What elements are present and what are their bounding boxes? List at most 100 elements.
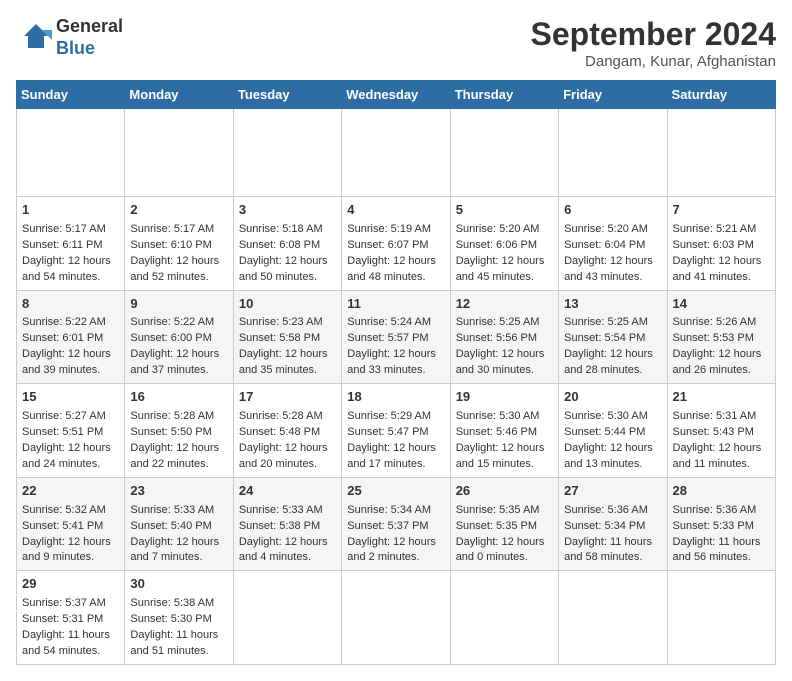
day-info: Daylight: 12 hours — [22, 441, 119, 457]
day-number: 8 — [22, 295, 119, 314]
day-info: Sunset: 5:56 PM — [456, 331, 553, 347]
day-info: Sunset: 6:00 PM — [130, 331, 227, 347]
day-info: Sunset: 5:33 PM — [673, 519, 770, 535]
day-info: and 2 minutes. — [347, 550, 444, 566]
day-info: Daylight: 11 hours — [130, 628, 227, 644]
day-info: Sunset: 5:50 PM — [130, 425, 227, 441]
day-info: Daylight: 12 hours — [456, 535, 553, 551]
day-info: and 43 minutes. — [564, 270, 661, 286]
calendar-cell — [559, 109, 667, 197]
calendar-cell — [233, 571, 341, 665]
day-info: Sunrise: 5:36 AM — [673, 503, 770, 519]
page-header: General Blue September 2024 Dangam, Kuna… — [16, 16, 776, 70]
day-number: 30 — [130, 575, 227, 594]
logo: General Blue — [16, 16, 123, 59]
day-number: 29 — [22, 575, 119, 594]
day-info: Daylight: 12 hours — [456, 347, 553, 363]
day-info: Daylight: 12 hours — [347, 254, 444, 270]
header-cell-monday: Monday — [125, 81, 233, 109]
logo-text-line1: General — [56, 16, 123, 38]
day-info: and 54 minutes. — [22, 270, 119, 286]
calendar-cell: 24Sunrise: 5:33 AMSunset: 5:38 PMDayligh… — [233, 477, 341, 571]
day-number: 13 — [564, 295, 661, 314]
day-info: and 15 minutes. — [456, 457, 553, 473]
day-number: 20 — [564, 388, 661, 407]
day-info: Daylight: 12 hours — [347, 347, 444, 363]
calendar-week-row: 22Sunrise: 5:32 AMSunset: 5:41 PMDayligh… — [17, 477, 776, 571]
day-info: Sunset: 6:11 PM — [22, 238, 119, 254]
day-info: Sunrise: 5:35 AM — [456, 503, 553, 519]
day-info: Sunset: 5:53 PM — [673, 331, 770, 347]
day-info: Sunrise: 5:38 AM — [130, 596, 227, 612]
calendar-cell: 10Sunrise: 5:23 AMSunset: 5:58 PMDayligh… — [233, 290, 341, 384]
logo-text-line2: Blue — [56, 38, 123, 60]
calendar-cell: 28Sunrise: 5:36 AMSunset: 5:33 PMDayligh… — [667, 477, 775, 571]
header-cell-saturday: Saturday — [667, 81, 775, 109]
day-info: and 50 minutes. — [239, 270, 336, 286]
calendar-cell: 11Sunrise: 5:24 AMSunset: 5:57 PMDayligh… — [342, 290, 450, 384]
day-info: Sunset: 5:54 PM — [564, 331, 661, 347]
calendar-cell: 4Sunrise: 5:19 AMSunset: 6:07 PMDaylight… — [342, 197, 450, 291]
day-info: Sunrise: 5:28 AM — [239, 409, 336, 425]
day-info: and 28 minutes. — [564, 363, 661, 379]
calendar-cell: 19Sunrise: 5:30 AMSunset: 5:46 PMDayligh… — [450, 384, 558, 478]
day-info: Sunrise: 5:20 AM — [564, 222, 661, 238]
day-info: Sunrise: 5:17 AM — [130, 222, 227, 238]
day-info: Daylight: 12 hours — [239, 254, 336, 270]
header-cell-thursday: Thursday — [450, 81, 558, 109]
calendar-week-row: 15Sunrise: 5:27 AMSunset: 5:51 PMDayligh… — [17, 384, 776, 478]
day-info: Sunrise: 5:22 AM — [130, 315, 227, 331]
calendar-cell: 21Sunrise: 5:31 AMSunset: 5:43 PMDayligh… — [667, 384, 775, 478]
day-info: Sunset: 6:06 PM — [456, 238, 553, 254]
header-cell-friday: Friday — [559, 81, 667, 109]
day-info: and 48 minutes. — [347, 270, 444, 286]
day-info: and 45 minutes. — [456, 270, 553, 286]
day-info: and 58 minutes. — [564, 550, 661, 566]
day-info: Sunset: 5:35 PM — [456, 519, 553, 535]
day-info: Sunset: 5:57 PM — [347, 331, 444, 347]
day-info: Sunrise: 5:17 AM — [22, 222, 119, 238]
day-number: 9 — [130, 295, 227, 314]
calendar-cell: 18Sunrise: 5:29 AMSunset: 5:47 PMDayligh… — [342, 384, 450, 478]
day-number: 16 — [130, 388, 227, 407]
day-info: Daylight: 12 hours — [22, 347, 119, 363]
day-info: Daylight: 12 hours — [564, 347, 661, 363]
day-number: 11 — [347, 295, 444, 314]
day-info: Sunset: 5:40 PM — [130, 519, 227, 535]
day-info: Sunset: 5:41 PM — [22, 519, 119, 535]
calendar-cell: 6Sunrise: 5:20 AMSunset: 6:04 PMDaylight… — [559, 197, 667, 291]
day-number: 19 — [456, 388, 553, 407]
day-info: Sunset: 5:31 PM — [22, 612, 119, 628]
day-number: 23 — [130, 482, 227, 501]
day-info: and 26 minutes. — [673, 363, 770, 379]
day-info: and 22 minutes. — [130, 457, 227, 473]
calendar-week-row: 1Sunrise: 5:17 AMSunset: 6:11 PMDaylight… — [17, 197, 776, 291]
day-info: Sunset: 6:03 PM — [673, 238, 770, 254]
calendar-cell: 16Sunrise: 5:28 AMSunset: 5:50 PMDayligh… — [125, 384, 233, 478]
day-number: 18 — [347, 388, 444, 407]
day-info: Daylight: 12 hours — [456, 441, 553, 457]
day-info: Sunset: 5:58 PM — [239, 331, 336, 347]
day-info: Daylight: 12 hours — [22, 535, 119, 551]
day-info: Sunset: 6:10 PM — [130, 238, 227, 254]
calendar-cell — [559, 571, 667, 665]
day-info: Sunrise: 5:28 AM — [130, 409, 227, 425]
day-info: Sunrise: 5:33 AM — [239, 503, 336, 519]
calendar-cell — [667, 109, 775, 197]
day-info: Sunrise: 5:25 AM — [456, 315, 553, 331]
calendar-cell — [667, 571, 775, 665]
day-info: Sunrise: 5:34 AM — [347, 503, 444, 519]
day-number: 7 — [673, 201, 770, 220]
day-number: 12 — [456, 295, 553, 314]
calendar-header-row: SundayMondayTuesdayWednesdayThursdayFrid… — [17, 81, 776, 109]
calendar-week-row: 29Sunrise: 5:37 AMSunset: 5:31 PMDayligh… — [17, 571, 776, 665]
day-info: Sunset: 6:04 PM — [564, 238, 661, 254]
day-info: Daylight: 12 hours — [130, 347, 227, 363]
day-info: and 33 minutes. — [347, 363, 444, 379]
day-info: and 51 minutes. — [130, 644, 227, 660]
calendar-cell: 9Sunrise: 5:22 AMSunset: 6:00 PMDaylight… — [125, 290, 233, 384]
day-number: 21 — [673, 388, 770, 407]
calendar-cell: 29Sunrise: 5:37 AMSunset: 5:31 PMDayligh… — [17, 571, 125, 665]
calendar-cell — [233, 109, 341, 197]
day-number: 17 — [239, 388, 336, 407]
